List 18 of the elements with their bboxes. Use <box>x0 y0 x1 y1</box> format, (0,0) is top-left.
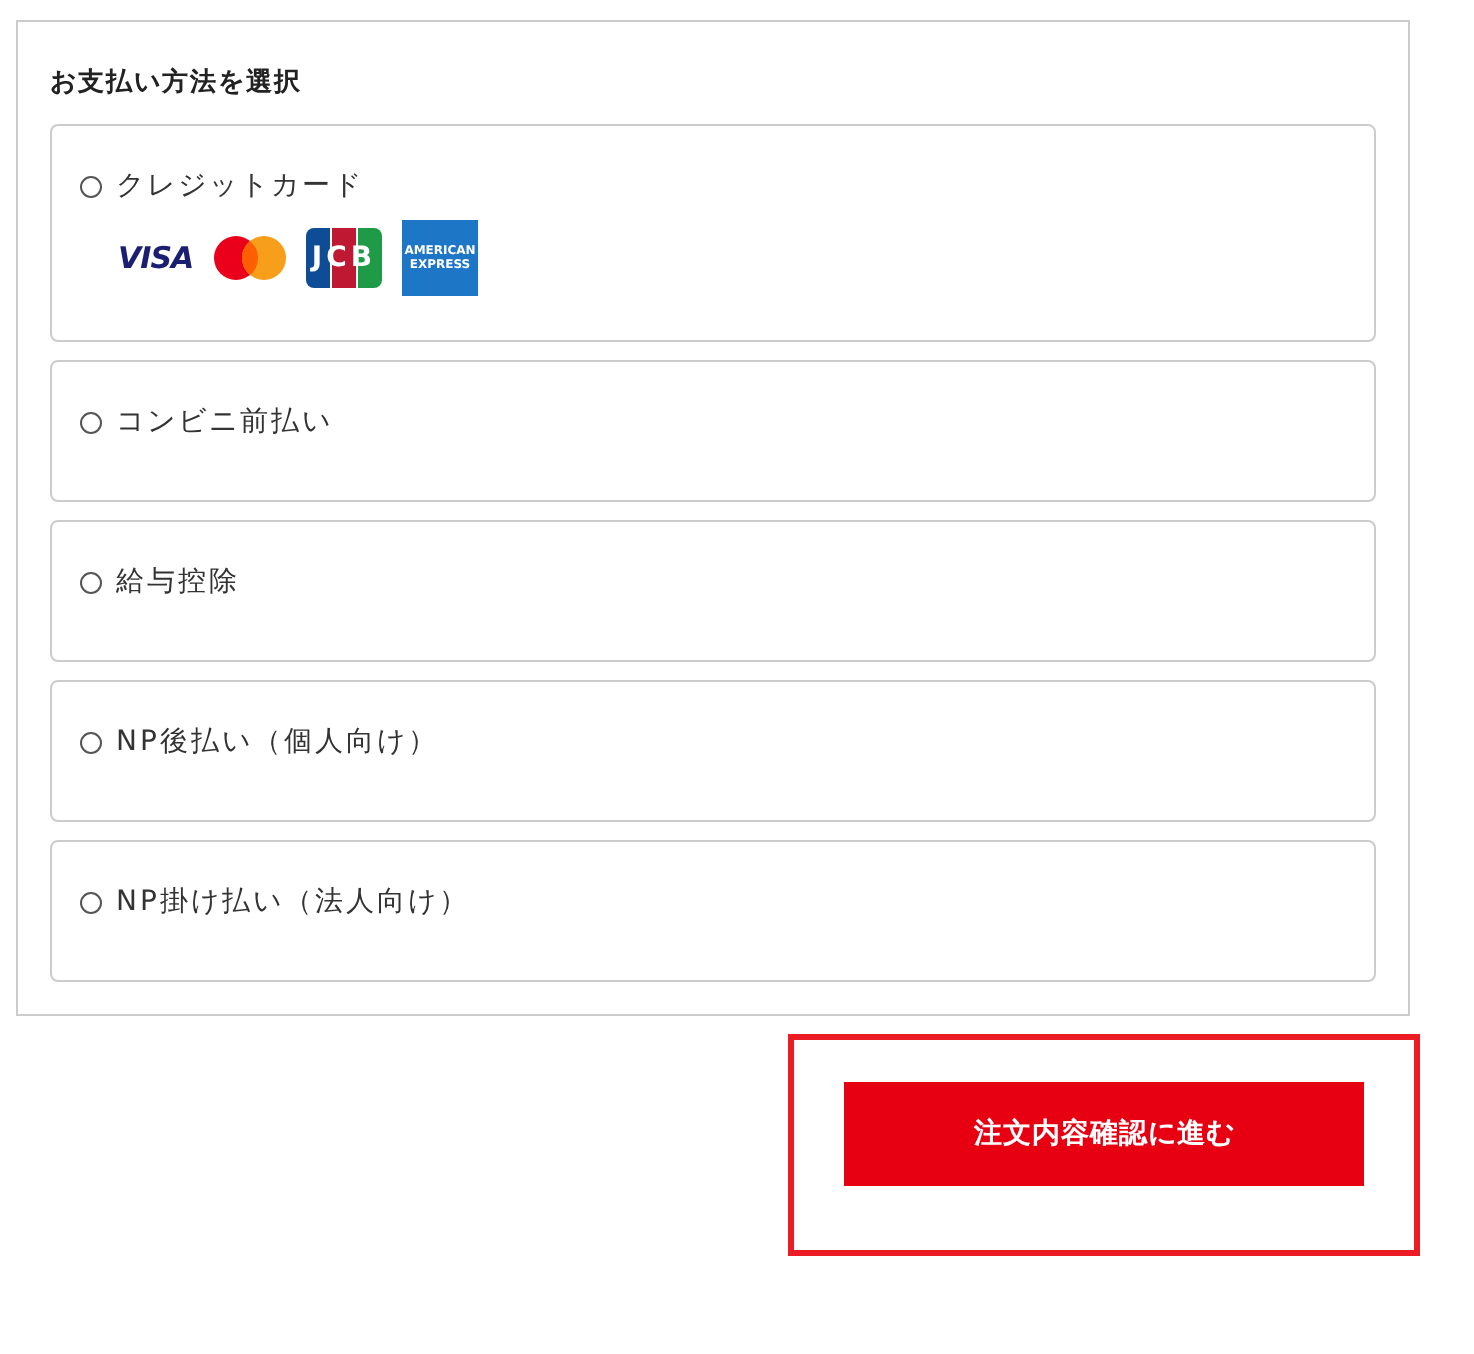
radio-button[interactable] <box>80 891 102 913</box>
mastercard-logo <box>214 236 286 280</box>
option-label: NP掛け払い（法人向け） <box>116 884 470 920</box>
radio-button[interactable] <box>80 731 102 753</box>
radio-button[interactable] <box>80 175 102 197</box>
option-label: 給与控除 <box>116 564 240 600</box>
payment-option[interactable]: コンビニ前払い <box>50 360 1376 502</box>
option-label: クレジットカード <box>116 168 364 204</box>
radio-button[interactable] <box>80 411 102 433</box>
payment-option[interactable]: NP掛け払い（法人向け） <box>50 840 1376 982</box>
option-label: コンビニ前払い <box>116 404 333 440</box>
visa-logo: VISA <box>118 240 194 276</box>
option-label: NP後払い（個人向け） <box>116 724 439 760</box>
confirm-order-button[interactable]: 注文内容確認に進む <box>844 1082 1364 1186</box>
radio-button[interactable] <box>80 571 102 593</box>
section-title: お支払い方法を選択 <box>50 65 302 100</box>
payment-option[interactable]: NP後払い（個人向け） <box>50 680 1376 822</box>
payment-option[interactable]: 給与控除 <box>50 520 1376 662</box>
